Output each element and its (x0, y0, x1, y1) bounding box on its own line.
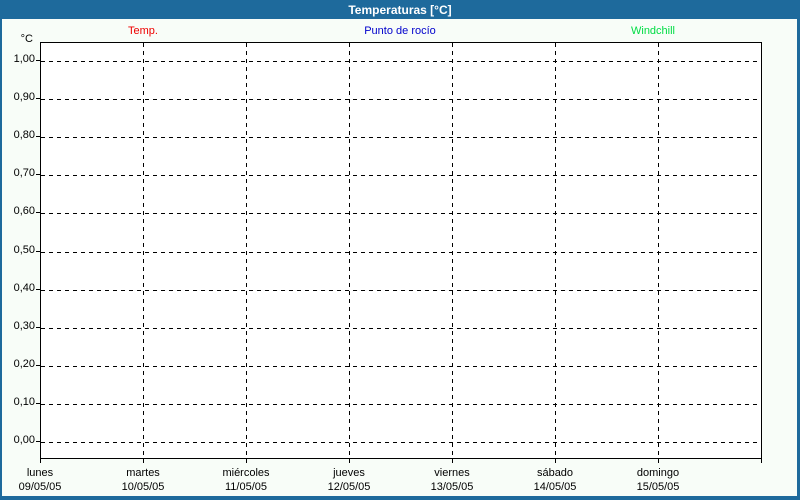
y-tick-label: 0,20 (0, 358, 35, 370)
y-tick-label: 0,10 (0, 396, 35, 408)
x-weekday-label: viernes (434, 467, 469, 479)
v-gridline (246, 43, 247, 458)
y-tick-label: 0,60 (0, 205, 35, 217)
v-gridline (452, 43, 453, 458)
y-axis-tick (36, 327, 40, 328)
chart-title: Temperaturas [°C] (348, 3, 451, 17)
y-tick-label: 0,80 (0, 129, 35, 141)
y-tick-label: 0,90 (0, 91, 35, 103)
x-axis-tick (761, 459, 762, 463)
v-gridline (658, 43, 659, 458)
x-date-label: 09/05/05 (19, 481, 62, 493)
x-axis-tick (246, 459, 247, 463)
y-axis-tick (36, 251, 40, 252)
h-gridline (41, 366, 761, 367)
plot-area (40, 42, 762, 459)
x-axis-tick (452, 459, 453, 463)
x-axis-tick (40, 459, 41, 463)
x-weekday-label: sábado (537, 467, 573, 479)
h-gridline (41, 99, 761, 100)
x-axis-tick (555, 459, 556, 463)
window-border-left (0, 19, 2, 500)
h-gridline (41, 404, 761, 405)
x-weekday-label: jueves (333, 467, 365, 479)
y-axis-tick (36, 365, 40, 366)
y-tick-label: 1,00 (0, 53, 35, 65)
y-axis-tick (36, 289, 40, 290)
legend: Temp. Punto de rocío Windchill (0, 19, 800, 41)
x-weekday-label: domingo (637, 467, 679, 479)
x-weekday-label: martes (126, 467, 160, 479)
x-date-label: 13/05/05 (431, 481, 474, 493)
x-date-label: 14/05/05 (534, 481, 577, 493)
x-weekday-label: lunes (27, 467, 53, 479)
y-axis-tick (36, 212, 40, 213)
h-gridline (41, 137, 761, 138)
x-axis-tick (658, 459, 659, 463)
y-tick-label: 0,00 (0, 434, 35, 446)
h-gridline (41, 442, 761, 443)
x-axis-tick (349, 459, 350, 463)
x-date-label: 15/05/05 (637, 481, 680, 493)
legend-item: Temp. (128, 25, 158, 37)
y-tick-label: 0,40 (0, 282, 35, 294)
v-gridline (349, 43, 350, 458)
title-bar: Temperaturas [°C] (0, 0, 800, 19)
legend-item: Windchill (631, 25, 675, 37)
y-axis-tick (36, 136, 40, 137)
y-axis-unit-label: °C (0, 33, 33, 45)
window-border-bottom (0, 496, 800, 500)
h-gridline (41, 252, 761, 253)
y-axis-tick (36, 60, 40, 61)
x-axis-tick (143, 459, 144, 463)
y-axis-tick (36, 174, 40, 175)
h-gridline (41, 328, 761, 329)
y-axis-tick (36, 98, 40, 99)
legend-item: Punto de rocío (364, 25, 436, 37)
chart-window: Temperaturas [°C] Temp. Punto de rocío Win… (0, 0, 800, 500)
y-tick-label: 0,70 (0, 167, 35, 179)
x-date-label: 12/05/05 (328, 481, 371, 493)
v-gridline (143, 43, 144, 458)
x-date-label: 10/05/05 (122, 481, 165, 493)
h-gridline (41, 175, 761, 176)
v-gridline (555, 43, 556, 458)
y-axis-tick (36, 403, 40, 404)
x-weekday-label: miércoles (222, 467, 269, 479)
y-axis-tick (36, 441, 40, 442)
h-gridline (41, 61, 761, 62)
y-tick-label: 0,50 (0, 244, 35, 256)
h-gridline (41, 290, 761, 291)
h-gridline (41, 213, 761, 214)
x-date-label: 11/05/05 (225, 481, 267, 493)
y-tick-label: 0,30 (0, 320, 35, 332)
